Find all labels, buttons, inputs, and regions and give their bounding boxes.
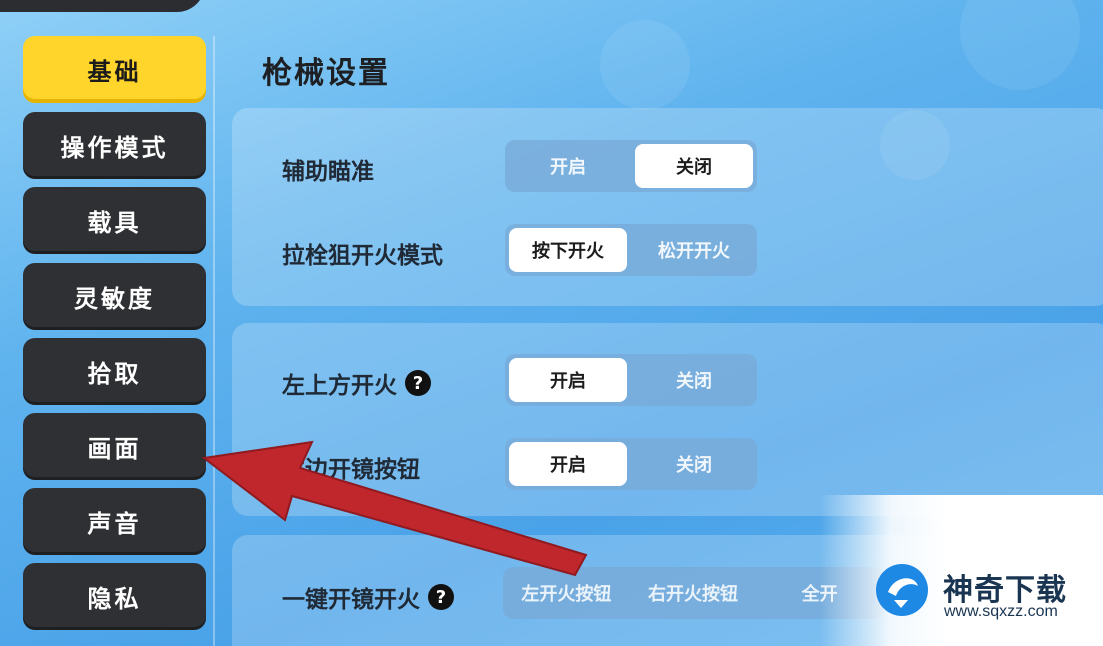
option-on[interactable]: 开启	[509, 358, 627, 402]
option-press-fire[interactable]: 按下开火	[509, 228, 627, 272]
sidebar-item-basic[interactable]: 基础	[23, 36, 206, 103]
settings-panel	[232, 108, 1103, 306]
option-right-fire-button[interactable]: 右开火按钮	[630, 571, 757, 615]
setting-label-text: 辅助瞄准	[282, 159, 374, 185]
left-scope-button-toggle[interactable]: 开启 关闭	[505, 438, 757, 490]
setting-label-top-left-fire: 左上方开火 ?	[282, 366, 431, 400]
sidebar-item-label: 基础	[87, 58, 142, 86]
sidebar-item-graphics[interactable]: 画面	[23, 413, 206, 480]
setting-label-left-scope-button: 左边开镜按钮	[282, 450, 420, 484]
sidebar-item-label: 声音	[87, 510, 142, 538]
aim-assist-toggle[interactable]: 开启 关闭	[505, 140, 757, 192]
sidebar-item-label: 载具	[87, 209, 142, 237]
sidebar-item-label: 灵敏度	[74, 285, 155, 313]
watermark-logo-icon	[876, 564, 928, 616]
sidebar-item-sound[interactable]: 声音	[23, 488, 206, 555]
option-on[interactable]: 开启	[509, 144, 627, 188]
setting-label-text: 一键开镜开火	[282, 587, 420, 613]
sidebar-divider	[213, 36, 215, 646]
help-icon[interactable]: ?	[428, 584, 454, 610]
option-off[interactable]: 关闭	[635, 358, 753, 402]
help-icon[interactable]: ?	[405, 370, 431, 396]
sidebar-item-label: 拾取	[87, 360, 142, 388]
option-off[interactable]: 关闭	[635, 144, 753, 188]
option-on[interactable]: 开启	[509, 442, 627, 486]
sidebar-item-vehicle[interactable]: 载具	[23, 187, 206, 254]
page-title: 枪械设置	[262, 56, 390, 91]
sidebar-item-label: 隐私	[87, 585, 142, 613]
sidebar-item-label: 操作模式	[60, 134, 169, 162]
top-title-strip	[0, 0, 205, 12]
setting-label-bolt-sniper-fire-mode: 拉栓狙开火模式	[282, 236, 443, 270]
top-left-fire-toggle[interactable]: 开启 关闭	[505, 354, 757, 406]
option-release-fire[interactable]: 松开开火	[635, 228, 753, 272]
option-left-fire-button[interactable]: 左开火按钮	[503, 571, 630, 615]
setting-label-text: 左边开镜按钮	[282, 457, 420, 483]
setting-label-aim-assist: 辅助瞄准	[282, 152, 374, 186]
setting-label-one-tap-scope-fire: 一键开镜开火 ?	[282, 580, 454, 614]
setting-label-text: 拉栓狙开火模式	[282, 243, 443, 269]
option-off[interactable]: 关闭	[635, 442, 753, 486]
bolt-sniper-fire-mode-toggle[interactable]: 按下开火 松开开火	[505, 224, 757, 276]
sidebar-item-privacy[interactable]: 隐私	[23, 563, 206, 630]
sidebar-item-label: 画面	[87, 435, 142, 463]
watermark-url: www.sqxzz.com	[944, 603, 1058, 620]
background-decoration	[960, 0, 1080, 90]
sidebar-item-control-mode[interactable]: 操作模式	[23, 112, 206, 179]
setting-label-text: 左上方开火	[282, 373, 397, 399]
background-decoration	[600, 20, 690, 110]
sidebar-item-sensitivity[interactable]: 灵敏度	[23, 263, 206, 330]
sidebar-item-pickup[interactable]: 拾取	[23, 338, 206, 405]
